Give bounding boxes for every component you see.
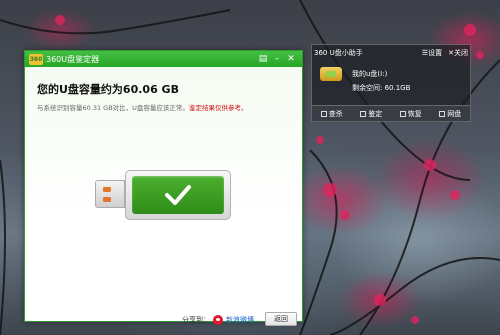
helper-action-bar: 查杀 鉴定 恢复 网盘: [312, 105, 470, 121]
drive-name[interactable]: 我的u盘(I:): [352, 69, 387, 79]
feedback-icon[interactable]: ▤: [256, 54, 270, 64]
scan-button[interactable]: 查杀: [320, 109, 343, 119]
back-button[interactable]: 返回: [265, 312, 297, 326]
360-logo-icon: 360: [29, 53, 43, 65]
verify-button[interactable]: 鉴定: [360, 109, 382, 119]
capacity-result: 您的U盘容量约为60.06 GB: [37, 83, 179, 96]
cloud-drive-button[interactable]: 网盘: [439, 109, 461, 119]
helper-header: 360 U盘小助手 ☰设置 ✕关闭: [312, 45, 470, 60]
cloud-label: 网盘: [447, 109, 462, 118]
plug-hole: [103, 187, 111, 192]
comparison-text: 与系统识别容量60.31 GB对比，U盘容量应该正常。: [37, 104, 189, 112]
verify-label: 鉴定: [368, 109, 383, 118]
weibo-share-link[interactable]: 新浪微博: [226, 315, 254, 325]
scan-icon: [320, 110, 327, 117]
usb-status-panel: [132, 176, 224, 214]
free-space: 剩余空间: 60.1GB: [352, 84, 411, 92]
settings-label: 设置: [428, 48, 443, 57]
recover-icon: [399, 110, 406, 117]
check-icon: [165, 185, 191, 205]
close-button[interactable]: ✕: [284, 54, 298, 64]
disclaimer-text: 鉴定结果仅供参考。: [188, 104, 248, 112]
recover-button[interactable]: 恢复: [399, 109, 422, 119]
usb-plug: [95, 180, 125, 208]
verify-icon: [360, 110, 367, 117]
scan-label: 查杀: [328, 109, 343, 118]
usb-checker-dialog: 360 360U盘鉴定器 ▤ – ✕ 您的U盘容量约为60.06 GB 与系统识…: [24, 50, 303, 326]
settings-button[interactable]: ☰设置: [422, 48, 442, 58]
dialog-title: 360U盘鉴定器: [46, 54, 100, 64]
close-label: 关闭: [454, 48, 468, 57]
usb-drive-icon[interactable]: [320, 67, 342, 81]
cloud-icon: [439, 110, 446, 117]
plug-hole: [103, 197, 111, 202]
share-label: 分享到：: [182, 316, 210, 324]
result-description: 与系统识别容量60.31 GB对比，U盘容量应该正常。鉴定结果仅供参考。: [37, 102, 247, 112]
usb-helper-panel: 360 U盘小助手 ☰设置 ✕关闭 我的u盘(I:) 剩余空间: 60.1GB …: [311, 44, 471, 122]
helper-title: 360 U盘小助手: [314, 48, 363, 57]
minimize-button[interactable]: –: [270, 54, 284, 64]
recover-label: 恢复: [407, 109, 422, 118]
share-bar: 分享到： 新浪微博: [182, 315, 254, 325]
weibo-icon[interactable]: [213, 315, 223, 325]
dialog-titlebar[interactable]: 360 360U盘鉴定器 ▤ – ✕: [25, 51, 302, 67]
dialog-body: 您的U盘容量约为60.06 GB 与系统识别容量60.31 GB对比，U盘容量应…: [25, 67, 302, 326]
helper-close-button[interactable]: ✕关闭: [448, 48, 468, 58]
usb-body: [125, 170, 231, 220]
